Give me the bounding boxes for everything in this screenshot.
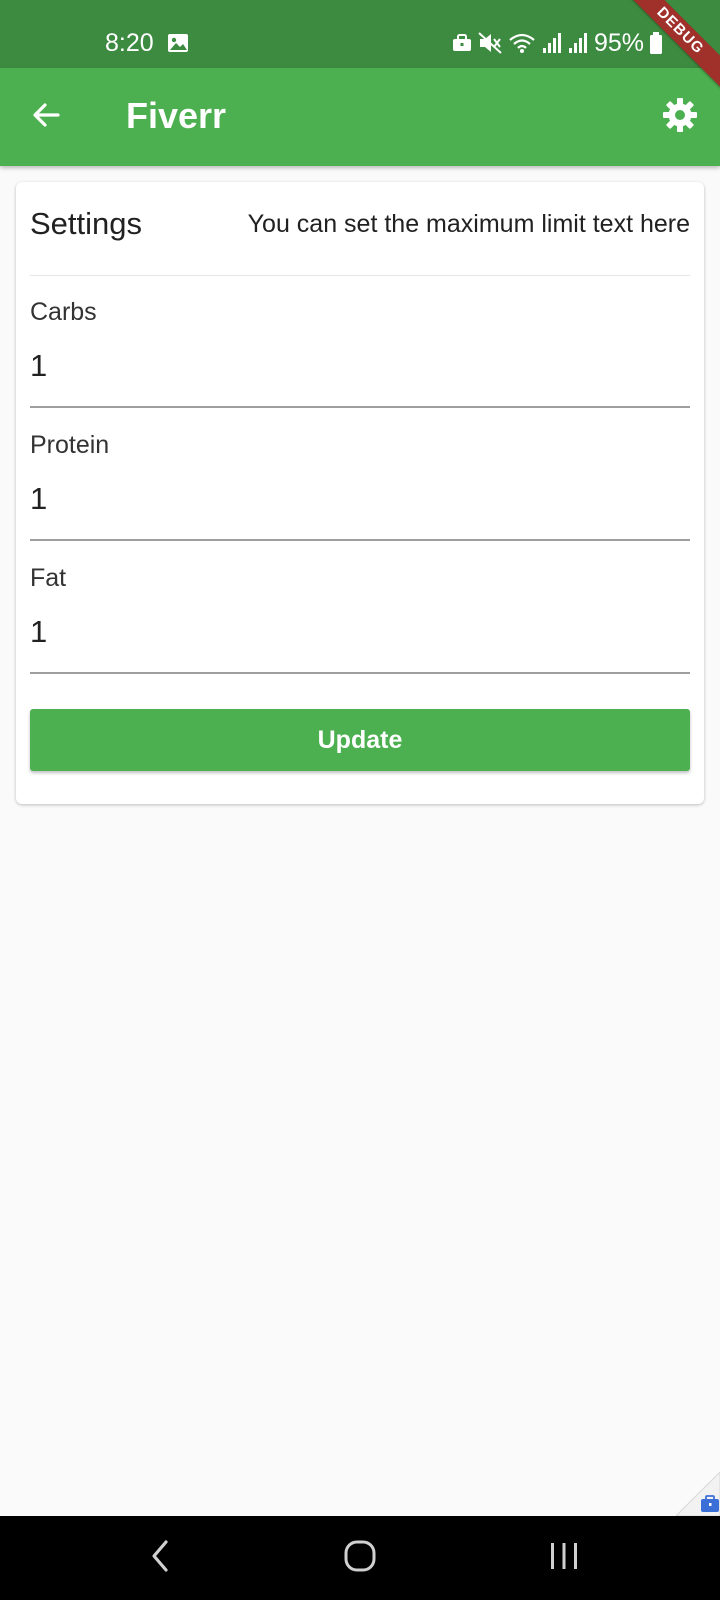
carbs-label: Carbs [30,298,97,326]
signal-icon [542,32,562,54]
back-button[interactable] [22,93,70,141]
carbs-underline [30,406,690,408]
mute-icon [478,32,502,54]
nav-home-button[interactable] [336,1534,384,1582]
protein-label: Protein [30,431,110,459]
carbs-input[interactable] [30,346,690,386]
fat-input[interactable] [30,612,690,652]
home-icon [343,1539,377,1578]
fat-underline [30,672,690,674]
arrow-left-icon [30,99,62,136]
gallery-icon [167,33,189,53]
debug-ribbon: DEBUG [615,0,720,96]
carbs-field: Carbs [30,276,690,408]
fat-field: Fat [30,542,690,674]
protein-underline [30,539,690,541]
nav-back-button[interactable] [136,1534,184,1582]
protein-field: Protein [30,409,690,541]
wifi-icon [508,32,536,54]
system-nav-bar [0,1516,720,1600]
signal-icon [568,32,588,54]
fat-label: Fat [30,564,67,592]
debug-banner: DEBUG [610,0,720,110]
protein-input[interactable] [30,479,690,519]
back-icon [148,1538,172,1579]
nav-recents-button[interactable] [540,1534,588,1582]
recents-icon [548,1541,580,1576]
settings-card: Settings You can set the maximum limit t… [16,182,704,804]
update-button[interactable]: Update [30,709,690,771]
app-title: Fiverr [126,95,227,136]
settings-title: Settings [30,206,143,241]
status-time: 8:20 [105,29,154,57]
floating-briefcase-widget[interactable] [674,1471,720,1517]
briefcase-icon [452,34,472,52]
settings-hint: You can set the maximum limit text here [247,210,690,238]
